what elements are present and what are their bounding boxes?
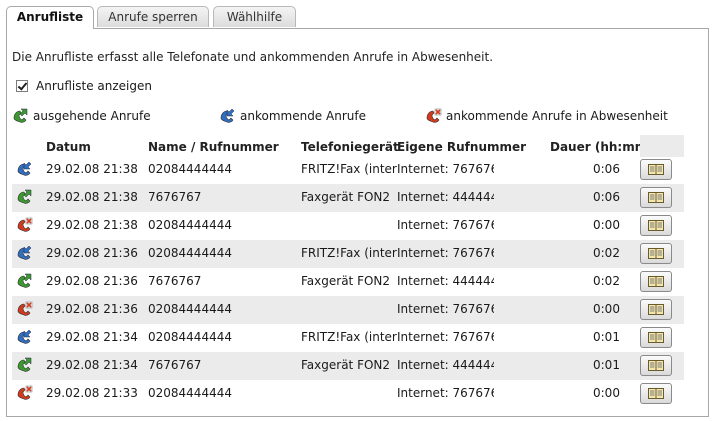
table-row: 29.02.08 21:38 02084444444 FRITZ!Fax (inte… xyxy=(12,156,684,184)
call-number: 02084444444 xyxy=(148,218,232,232)
phonebook-button[interactable] xyxy=(640,215,672,236)
call-duration: 0:01 xyxy=(593,330,620,344)
phonebook-button[interactable] xyxy=(640,271,672,292)
call-date: 29.02.08 21:36 xyxy=(46,302,138,316)
phone-incoming-icon xyxy=(16,161,33,178)
call-own-number: Internet: 7676767 xyxy=(397,162,494,176)
call-own-number: Internet: 7676767 xyxy=(397,218,494,232)
call-duration: 0:00 xyxy=(593,302,620,316)
header-name: Name / Rufnummer xyxy=(148,140,279,154)
phonebook-button[interactable] xyxy=(640,299,672,320)
call-duration: 0:02 xyxy=(593,246,620,260)
table-row: 29.02.08 21:38 7676767 Faxgerät FON2 Intern… xyxy=(12,184,684,212)
call-number: 7676767 xyxy=(148,274,202,288)
table-row: 29.02.08 21:33 02084444444 Internet: 76767… xyxy=(12,380,684,408)
legend-outgoing-label: ausgehende Anrufe xyxy=(33,109,151,123)
phone-missed-icon xyxy=(16,385,33,402)
call-duration: 0:02 xyxy=(593,274,620,288)
call-date: 29.02.08 21:38 xyxy=(46,218,138,232)
call-duration: 0:01 xyxy=(593,358,620,372)
phonebook-button[interactable] xyxy=(640,383,672,404)
legend-incoming-label: ankommende Anrufe xyxy=(240,109,366,123)
phonebook-button[interactable] xyxy=(640,159,672,180)
call-date: 29.02.08 21:34 xyxy=(46,330,138,344)
table-row: 29.02.08 21:34 7676767 Faxgerät FON2 Intern… xyxy=(12,352,684,380)
call-own-number: Internet: 4444444 xyxy=(397,190,494,204)
call-date: 29.02.08 21:38 xyxy=(46,162,138,176)
phone-missed-icon xyxy=(16,301,33,318)
call-own-number: Internet: 4444444 xyxy=(397,358,494,372)
call-date: 29.02.08 21:38 xyxy=(46,190,138,204)
call-own-number: Internet: 7676767 xyxy=(397,330,494,344)
call-device: FRITZ!Fax (intern) xyxy=(301,330,397,344)
tab-anrufe-sperren[interactable]: Anrufe sperren xyxy=(97,6,209,27)
call-number: 7676767 xyxy=(148,358,202,372)
table-row: 29.02.08 21:38 02084444444 Internet: 76767… xyxy=(12,212,684,240)
call-duration: 0:06 xyxy=(593,190,620,204)
show-list-toggle[interactable]: Anrufliste anzeigen xyxy=(16,78,152,94)
header-device: Telefoniegerät xyxy=(301,140,399,154)
call-date: 29.02.08 21:36 xyxy=(46,246,138,260)
phone-outgoing-icon xyxy=(16,189,33,206)
header-button-column xyxy=(640,135,684,157)
phone-incoming-icon xyxy=(16,245,33,262)
call-number: 02084444444 xyxy=(148,162,232,176)
call-number: 02084444444 xyxy=(148,330,232,344)
call-duration: 0:00 xyxy=(593,386,620,400)
phone-incoming-icon xyxy=(16,329,33,346)
call-number: 02084444444 xyxy=(148,246,232,260)
show-list-checkbox[interactable] xyxy=(16,80,28,92)
table-header: Datum Name / Rufnummer Telefoniegerät Ei… xyxy=(12,135,684,157)
table-row: 29.02.08 21:36 7676767 Faxgerät FON2 Intern… xyxy=(12,268,684,296)
call-device: FRITZ!Fax (intern) xyxy=(301,162,397,176)
phonebook-button[interactable] xyxy=(640,355,672,376)
call-date: 29.02.08 21:33 xyxy=(46,386,138,400)
call-device: FRITZ!Fax (intern) xyxy=(301,246,397,260)
legend-incoming: ankommende Anrufe xyxy=(219,107,366,125)
legend-missed-label: ankommende Anrufe in Abwesenheit xyxy=(446,109,668,123)
call-own-number: Internet: 7676767 xyxy=(397,246,494,260)
phone-missed-icon xyxy=(16,217,33,234)
show-list-label: Anrufliste anzeigen xyxy=(36,79,152,93)
call-own-number: Internet: 4444444 xyxy=(397,274,494,288)
call-own-number: Internet: 7676767 xyxy=(397,386,494,400)
phonebook-button[interactable] xyxy=(640,187,672,208)
phone-outgoing-icon xyxy=(16,357,33,374)
call-date: 29.02.08 21:36 xyxy=(46,274,138,288)
phonebook-button[interactable] xyxy=(640,327,672,348)
phone-missed-icon xyxy=(425,108,442,125)
call-device: Faxgerät FON2 xyxy=(301,358,391,372)
tab-anrufliste[interactable]: Anrufliste xyxy=(6,6,94,29)
page-description: Die Anrufliste erfasst alle Telefonate u… xyxy=(12,50,494,64)
call-device: Faxgerät FON2 xyxy=(301,190,391,204)
phone-outgoing-icon xyxy=(12,108,29,125)
header-duration: Dauer (hh:mm) xyxy=(550,140,653,154)
tab-waehlhilfe[interactable]: Wählhilfe xyxy=(213,6,296,27)
phone-outgoing-icon xyxy=(16,273,33,290)
call-number: 02084444444 xyxy=(148,302,232,316)
legend-missed: ankommende Anrufe in Abwesenheit xyxy=(425,107,668,125)
call-device: Faxgerät FON2 xyxy=(301,274,391,288)
table-row: 29.02.08 21:36 02084444444 Internet: 76767… xyxy=(12,296,684,324)
call-number: 7676767 xyxy=(148,190,202,204)
call-duration: 0:06 xyxy=(593,162,620,176)
call-number: 02084444444 xyxy=(148,386,232,400)
phone-incoming-icon xyxy=(219,108,236,125)
header-date: Datum xyxy=(46,140,91,154)
legend-outgoing: ausgehende Anrufe xyxy=(12,107,151,125)
call-own-number: Internet: 7676767 xyxy=(397,302,494,316)
call-duration: 0:00 xyxy=(593,218,620,232)
call-date: 29.02.08 21:34 xyxy=(46,358,138,372)
table-row: 29.02.08 21:34 02084444444 FRITZ!Fax (inte… xyxy=(12,324,684,352)
phonebook-button[interactable] xyxy=(640,243,672,264)
header-own-number: Eigene Rufnummer xyxy=(397,140,527,154)
table-row: 29.02.08 21:36 02084444444 FRITZ!Fax (inte… xyxy=(12,240,684,268)
